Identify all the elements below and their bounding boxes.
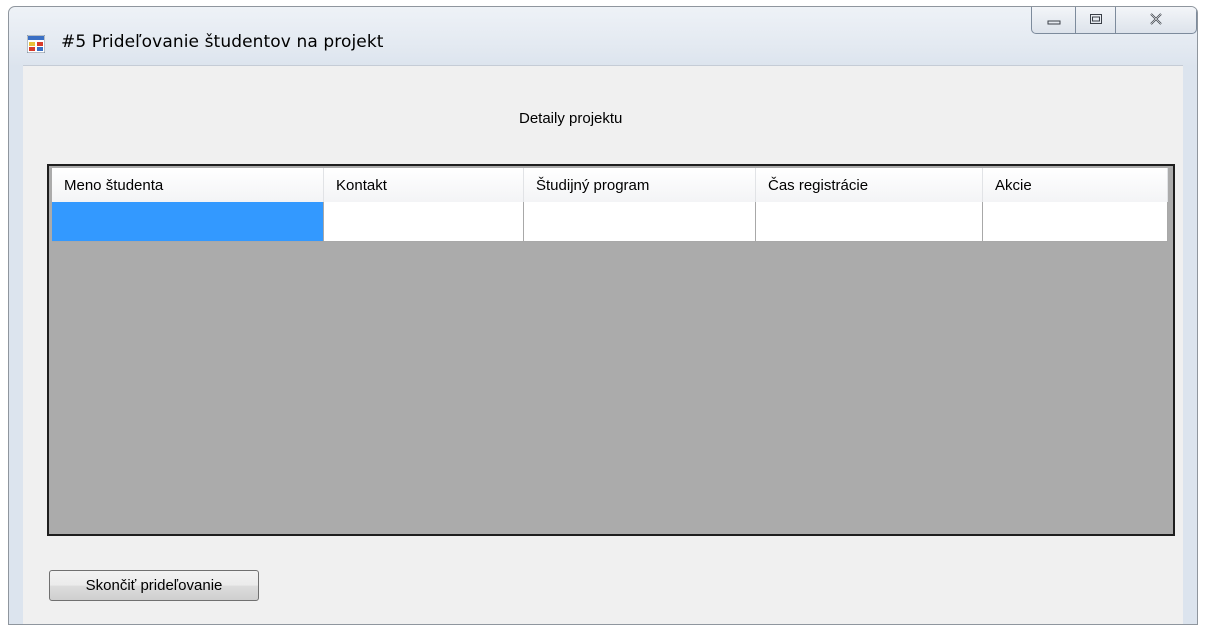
app-window: #5 Prideľovanie študentov na projekt Det… — [8, 6, 1198, 625]
title-bar[interactable]: #5 Prideľovanie študentov na projekt — [9, 7, 1197, 65]
column-header-registration-time[interactable]: Čas registrácie — [756, 168, 983, 202]
cell-registration-time[interactable] — [756, 202, 983, 242]
minimize-button[interactable] — [1031, 7, 1075, 34]
client-area: Detaily projektu Meno študenta Kontakt Š… — [23, 65, 1183, 624]
minimize-icon — [1047, 10, 1061, 29]
caption-buttons — [1031, 7, 1197, 34]
restore-icon — [1089, 10, 1103, 29]
window-title: #5 Prideľovanie študentov na projekt — [61, 32, 384, 52]
project-details-label: Detaily projektu — [519, 110, 623, 127]
cell-contact[interactable] — [324, 202, 524, 242]
finish-assignment-button[interactable]: Skončiť prideľovanie — [49, 570, 259, 601]
students-grid[interactable]: Meno študenta Kontakt Študijný program Č… — [47, 164, 1175, 536]
cell-study-program[interactable] — [524, 202, 756, 242]
close-icon — [1149, 10, 1163, 29]
grid-header: Meno študenta Kontakt Študijný program Č… — [52, 168, 1168, 203]
cell-student-name[interactable] — [52, 202, 324, 242]
column-header-study-program[interactable]: Študijný program — [524, 168, 756, 202]
cell-actions[interactable] — [983, 202, 1168, 242]
close-button[interactable] — [1115, 7, 1197, 34]
column-header-student-name[interactable]: Meno študenta — [52, 168, 324, 202]
winforms-app-icon[interactable] — [26, 34, 46, 54]
column-header-contact[interactable]: Kontakt — [324, 168, 524, 202]
restore-button[interactable] — [1075, 7, 1115, 34]
table-row[interactable] — [52, 202, 1168, 242]
column-header-actions[interactable]: Akcie — [983, 168, 1168, 202]
